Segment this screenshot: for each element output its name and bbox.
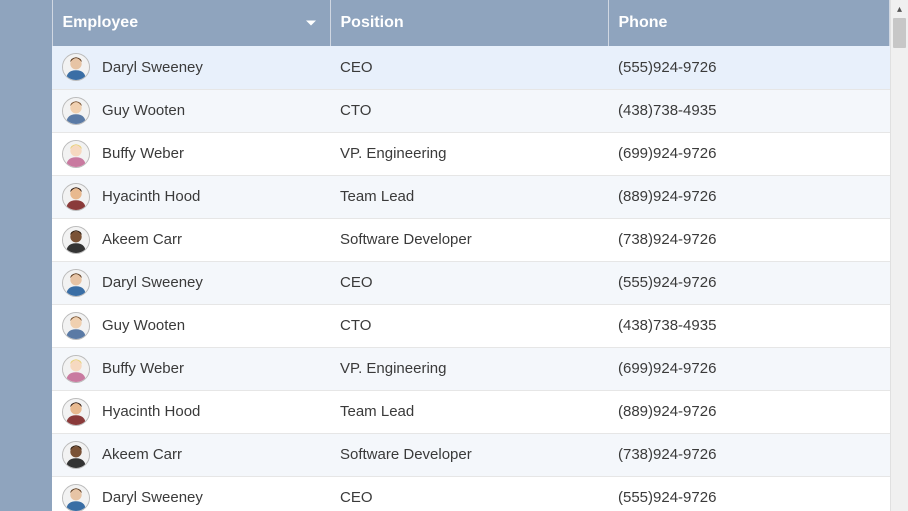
avatar bbox=[62, 97, 90, 125]
employee-table: Employee Position Phone Daryl Sweeney CEO… bbox=[0, 0, 890, 511]
avatar bbox=[62, 183, 90, 211]
table-row[interactable]: Hyacinth Hood Team Lead(889)924-9726 bbox=[0, 390, 890, 433]
table-body: Daryl SweeneyCEO(555)924-9726 Guy Wooten… bbox=[0, 46, 890, 511]
cell-position: VP. Engineering bbox=[330, 132, 608, 175]
avatar bbox=[62, 140, 90, 168]
cell-phone: (555)924-9726 bbox=[608, 476, 890, 511]
cell-phone: (438)738-4935 bbox=[608, 89, 890, 132]
cell-employee: Hyacinth Hood bbox=[52, 175, 330, 218]
row-gutter bbox=[0, 476, 52, 511]
header-gutter bbox=[0, 0, 52, 46]
employee-name: Buffy Weber bbox=[102, 145, 184, 162]
avatar bbox=[62, 226, 90, 254]
row-gutter bbox=[0, 89, 52, 132]
table-row[interactable]: Buffy Weber VP. Engineering(699)924-9726 bbox=[0, 347, 890, 390]
avatar bbox=[62, 312, 90, 340]
cell-employee: Buffy Weber bbox=[52, 347, 330, 390]
scrollbar-thumb[interactable] bbox=[893, 18, 906, 48]
row-gutter bbox=[0, 433, 52, 476]
column-header-employee[interactable]: Employee bbox=[52, 0, 330, 46]
employee-grid: Employee Position Phone Daryl Sweeney CEO… bbox=[0, 0, 908, 511]
row-gutter bbox=[0, 390, 52, 433]
cell-phone: (738)924-9726 bbox=[608, 433, 890, 476]
cell-position: CEO bbox=[330, 261, 608, 304]
column-label: Position bbox=[341, 14, 404, 31]
cell-phone: (889)924-9726 bbox=[608, 390, 890, 433]
sort-desc-icon bbox=[306, 21, 316, 26]
cell-employee: Daryl Sweeney bbox=[52, 46, 330, 89]
cell-position: CTO bbox=[330, 304, 608, 347]
row-gutter bbox=[0, 347, 52, 390]
table-row[interactable]: Akeem Carr Software Developer(738)924-972… bbox=[0, 218, 890, 261]
grid-body: Employee Position Phone Daryl Sweeney CEO… bbox=[0, 0, 890, 511]
cell-employee: Guy Wooten bbox=[52, 304, 330, 347]
cell-position: VP. Engineering bbox=[330, 347, 608, 390]
row-gutter bbox=[0, 304, 52, 347]
cell-employee: Buffy Weber bbox=[52, 132, 330, 175]
cell-phone: (889)924-9726 bbox=[608, 175, 890, 218]
avatar bbox=[62, 441, 90, 469]
employee-name: Akeem Carr bbox=[102, 446, 182, 463]
cell-phone: (555)924-9726 bbox=[608, 261, 890, 304]
table-row[interactable]: Akeem Carr Software Developer(738)924-972… bbox=[0, 433, 890, 476]
cell-employee: Hyacinth Hood bbox=[52, 390, 330, 433]
employee-name: Guy Wooten bbox=[102, 102, 185, 119]
table-row[interactable]: Daryl Sweeney CEO(555)924-9726 bbox=[0, 476, 890, 511]
employee-name: Akeem Carr bbox=[102, 231, 182, 248]
avatar bbox=[62, 398, 90, 426]
employee-name: Hyacinth Hood bbox=[102, 188, 200, 205]
table-row[interactable]: Guy Wooten CTO(438)738-4935 bbox=[0, 89, 890, 132]
cell-position: Software Developer bbox=[330, 218, 608, 261]
row-gutter bbox=[0, 261, 52, 304]
cell-employee: Daryl Sweeney bbox=[52, 261, 330, 304]
cell-position: CEO bbox=[330, 46, 608, 89]
table-header: Employee Position Phone bbox=[0, 0, 890, 46]
cell-position: CEO bbox=[330, 476, 608, 511]
employee-name: Buffy Weber bbox=[102, 360, 184, 377]
column-header-position[interactable]: Position bbox=[330, 0, 608, 46]
cell-position: Team Lead bbox=[330, 175, 608, 218]
cell-position: Team Lead bbox=[330, 390, 608, 433]
table-row[interactable]: Buffy Weber VP. Engineering(699)924-9726 bbox=[0, 132, 890, 175]
avatar bbox=[62, 269, 90, 297]
cell-position: Software Developer bbox=[330, 433, 608, 476]
table-row[interactable]: Daryl Sweeney CEO(555)924-9726 bbox=[0, 261, 890, 304]
employee-name: Daryl Sweeney bbox=[102, 489, 203, 506]
scroll-up-icon[interactable]: ▴ bbox=[891, 0, 908, 18]
column-label: Phone bbox=[619, 14, 668, 31]
avatar bbox=[62, 53, 90, 81]
cell-employee: Daryl Sweeney bbox=[52, 476, 330, 511]
row-gutter bbox=[0, 175, 52, 218]
cell-phone: (699)924-9726 bbox=[608, 347, 890, 390]
cell-position: CTO bbox=[330, 89, 608, 132]
column-header-phone[interactable]: Phone bbox=[608, 0, 890, 46]
column-label: Employee bbox=[63, 14, 139, 31]
row-gutter bbox=[0, 132, 52, 175]
avatar bbox=[62, 484, 90, 511]
vertical-scrollbar[interactable]: ▴ bbox=[890, 0, 908, 511]
cell-phone: (555)924-9726 bbox=[608, 46, 890, 89]
employee-name: Daryl Sweeney bbox=[102, 274, 203, 291]
cell-phone: (438)738-4935 bbox=[608, 304, 890, 347]
table-row[interactable]: Guy Wooten CTO(438)738-4935 bbox=[0, 304, 890, 347]
row-gutter bbox=[0, 46, 52, 89]
employee-name: Hyacinth Hood bbox=[102, 403, 200, 420]
row-gutter bbox=[0, 218, 52, 261]
cell-employee: Guy Wooten bbox=[52, 89, 330, 132]
table-row[interactable]: Daryl Sweeney CEO(555)924-9726 bbox=[0, 46, 890, 89]
cell-employee: Akeem Carr bbox=[52, 218, 330, 261]
cell-phone: (699)924-9726 bbox=[608, 132, 890, 175]
table-row[interactable]: Hyacinth Hood Team Lead(889)924-9726 bbox=[0, 175, 890, 218]
employee-name: Guy Wooten bbox=[102, 317, 185, 334]
cell-employee: Akeem Carr bbox=[52, 433, 330, 476]
employee-name: Daryl Sweeney bbox=[102, 59, 203, 76]
avatar bbox=[62, 355, 90, 383]
cell-phone: (738)924-9726 bbox=[608, 218, 890, 261]
